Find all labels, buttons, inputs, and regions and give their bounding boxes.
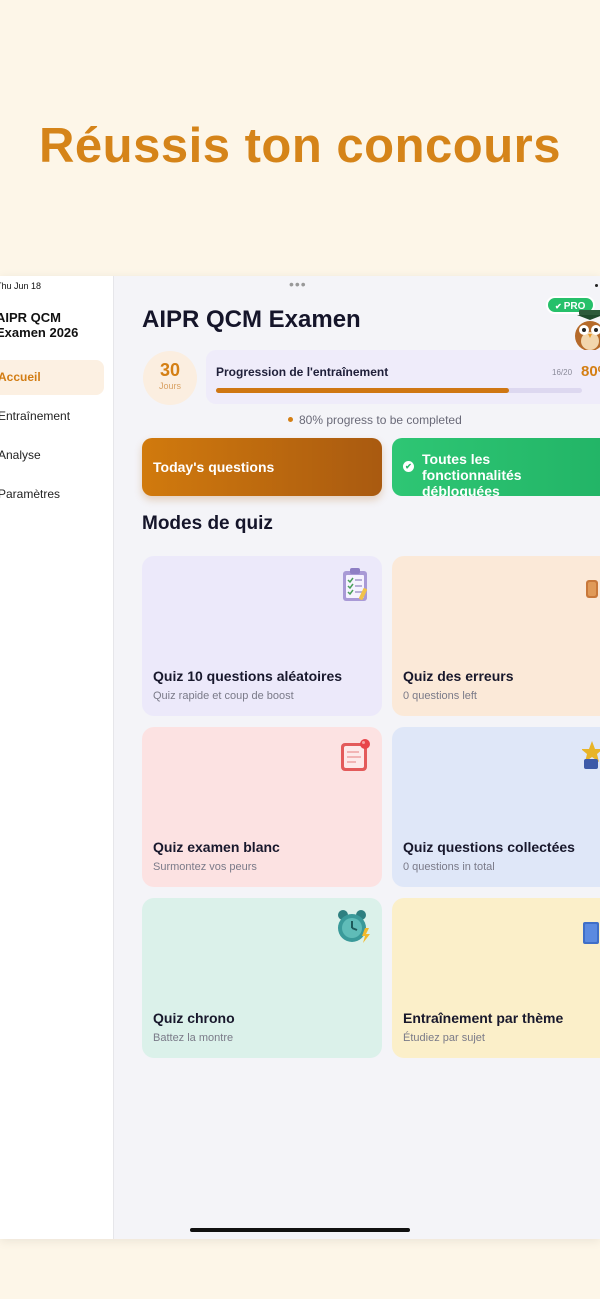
sidebar-item-analyse[interactable]: Analyse [0,438,104,473]
check-circle-icon: ✔ [403,461,414,472]
quiz-tile-mistakes[interactable]: Quiz des erreurs 0 questions left [392,556,600,716]
tile-subtitle: Surmontez vos peurs [153,861,257,873]
progress-count: 16/20 [552,368,573,377]
quiz-tile-by-theme[interactable]: Entraînement par thème Étudiez par sujet [392,898,600,1058]
tile-subtitle: Étudiez par sujet [403,1032,485,1044]
unlock-all-label: Toutes les fonctionnalités débloquées [422,451,522,496]
quiz-tile-collected[interactable]: Quiz questions collectées 0 questions in… [392,727,600,887]
alarm-clock-icon [338,910,370,943]
app-window: Thu Jun 18 AIPR QCM Examen 2026 Accueil … [0,276,600,1239]
tile-subtitle: 0 questions in total [403,861,495,873]
mistakes-icon [586,580,598,598]
home-indicator[interactable] [190,1228,410,1232]
progress-bar-fill [216,388,509,393]
sidebar-item-entrainement[interactable]: Entraînement [0,399,104,434]
star-collection-icon [582,741,600,769]
clipboard-checklist-icon [343,568,368,601]
sidebar-app-title: AIPR QCM Examen 2026 [0,310,79,340]
tile-title: Quiz 10 questions aléatoires [153,668,343,684]
book-icon [583,922,599,944]
check-icon: ✔ [555,302,562,311]
section-title: Modes de quiz [142,513,273,534]
days-value: 30 [159,360,181,380]
quiz-tile-chrono[interactable]: Quiz chrono Battez la montre [142,898,382,1058]
todays-questions-button[interactable]: Today's questions [142,438,382,496]
quiz-tile-mock-exam[interactable]: Quiz examen blanc Surmontez vos peurs [142,727,382,887]
progress-card[interactable]: Progression de l'entraînement 16/20 80% [206,350,600,404]
tile-title: Quiz chrono [153,1010,235,1026]
sidebar-item-accueil[interactable]: Accueil [0,360,104,395]
tile-subtitle: Quiz rapide et coup de boost [153,690,294,702]
progress-bar [216,388,582,393]
status-date: Thu Jun 18 [0,281,42,291]
progress-note: 80% progress to be completed [288,413,462,427]
progress-note-text: 80% progress to be completed [299,413,462,427]
days-label: Jours [158,381,181,391]
main-content: AIPR QCM Examen ✔ PRO 30 Jours Progressio… [114,276,600,1239]
owl-mascot-icon [575,310,600,351]
page-title: AIPR QCM Examen [142,306,361,333]
tile-title: Quiz des erreurs [403,668,514,684]
unlock-all-button[interactable]: ✔ Toutes les fonctionnalités débloquées [392,438,600,496]
tile-title: Entraînement par thème [403,1010,564,1026]
tile-subtitle: 0 questions left [403,690,477,702]
tile-title: Quiz questions collectées [403,839,575,855]
progress-title: Progression de l'entraînement [216,365,389,379]
quiz-tile-random[interactable]: Quiz 10 questions aléatoires Quiz rapide… [142,556,382,716]
progress-percent: 80% [581,363,600,380]
headline: Réussis ton concours [39,119,561,173]
sidebar: Thu Jun 18 AIPR QCM Examen 2026 Accueil … [0,276,114,1239]
days-counter: 30 Jours [143,351,197,405]
sidebar-item-parametres[interactable]: Paramètres [0,477,104,512]
notepad-pin-icon [341,739,370,771]
tile-title: Quiz examen blanc [153,839,280,855]
bullet-dot-icon [288,417,293,423]
tile-subtitle: Battez la montre [153,1032,234,1044]
